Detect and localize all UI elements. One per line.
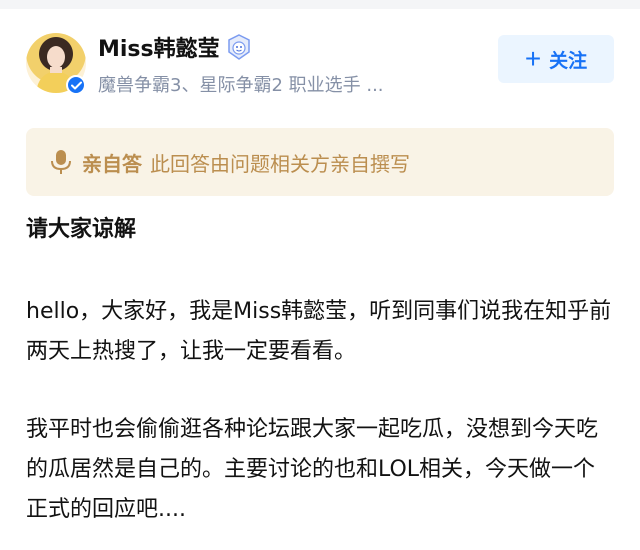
badge-icon[interactable]	[226, 34, 252, 60]
answer-content: 请大家谅解 hello，大家好，我是Miss韩懿莹，听到同事们说我在知乎前两天上…	[26, 208, 616, 530]
author-name[interactable]: Miss韩懿莹	[98, 31, 220, 63]
follow-button[interactable]: + 关注	[498, 35, 614, 83]
mic-icon	[51, 150, 71, 174]
top-divider-strip	[0, 0, 640, 9]
notice-strong-label: 亲自答	[82, 151, 142, 176]
author-header: Miss韩懿莹 魔兽争霸3、星际争霸2 职业选手 ... + 关注	[0, 9, 640, 119]
follow-button-label: 关注	[549, 50, 588, 72]
plus-icon: +	[524, 43, 542, 74]
author-description: 魔兽争霸3、星际争霸2 职业选手 ...	[98, 75, 384, 96]
answer-heading: 请大家谅解	[26, 217, 137, 242]
self-answer-notice: 亲自答 此回答由问题相关方亲自撰写	[26, 128, 614, 196]
author-name-row: Miss韩懿莹	[98, 31, 252, 63]
verified-check-icon	[66, 75, 86, 95]
notice-text: 此回答由问题相关方亲自撰写	[150, 151, 410, 176]
answer-paragraph: hello，大家好，我是Miss韩懿莹，听到同事们说我在知乎前两天上热搜了，让我…	[26, 299, 612, 364]
avatar-container[interactable]	[26, 33, 86, 95]
answer-paragraph: 我平时也会偷偷逛各种论坛跟大家一起吃瓜，没想到今天吃的瓜居然是自己的。主要讨论的…	[26, 417, 599, 522]
